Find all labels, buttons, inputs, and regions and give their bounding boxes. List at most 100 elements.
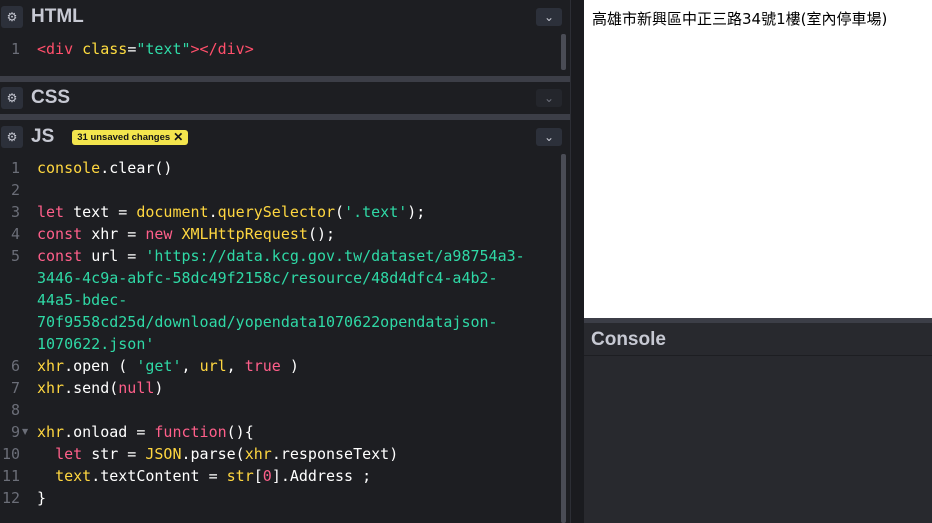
code-token: null <box>118 379 155 397</box>
code-token: xhr <box>244 445 272 463</box>
code-line: const url = 'https://data.kcg.gov.tw/dat… <box>37 247 525 265</box>
code-token: xhr <box>37 357 65 375</box>
code-token: .textContent = <box>91 467 227 485</box>
code-token: new <box>145 225 182 243</box>
chevron-down-icon: ⌄ <box>543 10 555 24</box>
code-line: xhr.open ( 'get', url, true ) <box>37 357 299 375</box>
code-token: .clear() <box>100 159 173 177</box>
code-token: str <box>226 467 254 485</box>
code-token: '.text' <box>344 203 408 221</box>
vertical-resize-handle[interactable] <box>570 0 584 523</box>
preview-output-text: 高雄市新興區中正三路34號1樓(室內停車場) <box>592 10 888 28</box>
code-line: 3446-4c9a-abfc-58dc49f2158c/resource/48d… <box>37 269 498 287</box>
code-token: 44a5-bdec- <box>37 291 128 309</box>
code-token: const <box>37 247 92 265</box>
chevron-down-icon: ⌄ <box>543 91 555 105</box>
unsaved-changes-badge[interactable]: 31 unsaved changes ✕ <box>72 129 189 145</box>
code-token: 70f9558cd25d/download/yopendata1070622op… <box>37 313 498 331</box>
code-line: <div class="text"></div> <box>37 40 254 58</box>
code-line: let text = document.querySelector('.text… <box>37 203 425 221</box>
gear-icon[interactable]: ⚙ <box>1 6 23 28</box>
code-token: console <box>37 159 101 177</box>
html-panel-header: ⚙ HTML ⌄ <box>0 0 570 34</box>
code-line: console.clear() <box>37 159 172 177</box>
code-token: true <box>244 357 281 375</box>
line-number: 11 <box>1 467 20 485</box>
line-number: 9 <box>10 423 20 441</box>
js-collapse-button[interactable]: ⌄ <box>536 128 562 146</box>
code-token: ( <box>335 203 345 221</box>
line-number: 7 <box>10 379 20 397</box>
editor-column: ⚙ HTML ⌄ 1 <div class="text"></div> ⚙ CSS… <box>0 0 570 523</box>
code-token: ) <box>280 357 299 375</box>
console-header: Console <box>584 323 932 355</box>
code-token: xhr <box>37 423 65 441</box>
code-line: 44a5-bdec- <box>37 291 127 309</box>
css-panel-title: CSS <box>31 87 71 108</box>
code-token: (){ <box>226 423 254 441</box>
code-token: document <box>136 203 209 221</box>
code-token: 'get' <box>136 357 182 375</box>
code-token: ) <box>154 379 164 397</box>
code-token: text <box>55 467 92 485</box>
code-line: xhr.send(null) <box>37 379 163 397</box>
js-scrollbar[interactable] <box>561 154 566 523</box>
code-token: text = <box>73 203 137 221</box>
preview-pane: 高雄市新興區中正三路34號1樓(室內停車場) <box>584 0 932 318</box>
code-line: text.textContent = str[0].Address ; <box>37 467 371 485</box>
line-number: 3 <box>10 203 20 221</box>
code-line: const xhr = new XMLHttpRequest(); <box>37 225 335 243</box>
code-token: .parse( <box>181 445 245 463</box>
html-panel-title: HTML <box>31 6 84 27</box>
code-token: JSON <box>145 445 182 463</box>
code-token: xhr = <box>91 225 146 243</box>
code-token: str = <box>91 445 146 463</box>
code-token: XMLHttpRequest <box>181 225 308 243</box>
gear-icon[interactable]: ⚙ <box>1 126 23 148</box>
html-code-editor[interactable]: 1 <div class="text"></div> <box>0 34 570 76</box>
fold-toggle-icon[interactable]: ▼ <box>22 427 28 436</box>
line-number: 12 <box>1 489 20 507</box>
code-token: ></div> <box>190 40 254 58</box>
code-token: <div <box>37 40 83 58</box>
code-token: , <box>181 357 200 375</box>
unsaved-changes-label: 31 unsaved changes <box>77 131 171 143</box>
code-token: .send( <box>64 379 119 397</box>
line-number: 6 <box>10 357 20 375</box>
code-token: (); <box>307 225 336 243</box>
html-scrollbar[interactable] <box>561 34 566 70</box>
code-token: ].Address ; <box>271 467 372 485</box>
code-token: 1070622.json' <box>37 335 155 353</box>
line-number: 10 <box>1 445 20 463</box>
js-panel-header: ⚙ JS 31 unsaved changes ✕ ⌄ <box>0 120 570 154</box>
code-token: url = <box>91 247 146 265</box>
line-number: 1 <box>10 159 20 177</box>
code-token: = <box>127 40 137 58</box>
close-icon[interactable]: ✕ <box>173 130 183 144</box>
code-token: function <box>154 423 227 441</box>
js-panel-title: JS <box>31 126 55 147</box>
html-collapse-button[interactable]: ⌄ <box>536 8 562 26</box>
code-line: 1070622.json' <box>37 335 154 353</box>
code-token: querySelector <box>217 203 336 221</box>
code-token: url <box>199 357 227 375</box>
code-token: 3446-4c9a-abfc-58dc49f2158c/resource/48d… <box>37 269 498 287</box>
code-token: xhr <box>37 379 65 397</box>
code-token: const <box>37 225 92 243</box>
code-token: class <box>82 40 128 58</box>
css-collapse-button[interactable]: ⌄ <box>536 89 562 107</box>
line-number: 4 <box>10 225 20 243</box>
code-line: } <box>37 489 46 507</box>
code-token: 'https://data.kcg.gov.tw/dataset/a98754a… <box>145 247 525 265</box>
gear-icon[interactable]: ⚙ <box>1 87 23 109</box>
code-token: . <box>208 203 218 221</box>
code-token: .open ( <box>64 357 137 375</box>
line-number: 5 <box>10 247 20 265</box>
js-code-editor[interactable]: 1 console.clear() 2 3 let text = document.qu… <box>0 154 570 523</box>
chevron-down-icon: ⌄ <box>543 130 555 144</box>
code-token: "text" <box>136 40 191 58</box>
code-line: xhr.onload = function(){ <box>37 423 254 441</box>
line-number: 1 <box>10 40 20 58</box>
